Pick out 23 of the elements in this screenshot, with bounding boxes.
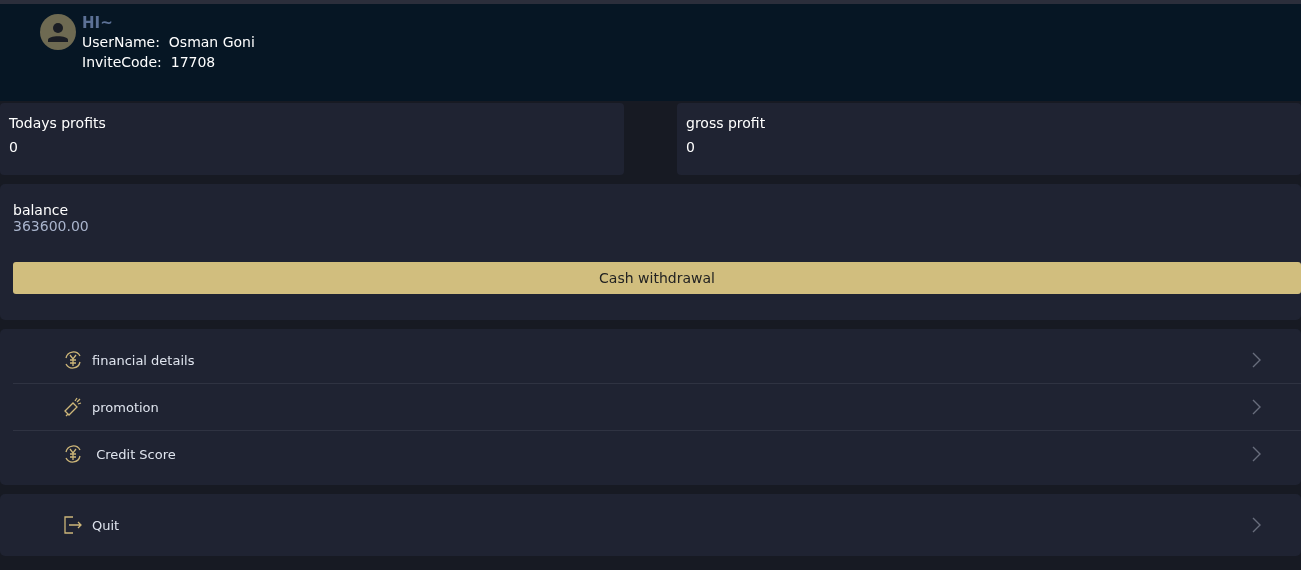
exit-icon [63, 515, 83, 535]
stat-value: 0 [9, 139, 19, 155]
balance-value: 363600.00 [13, 218, 90, 234]
avatar-icon [40, 14, 76, 50]
username: UserName: Osman Goni [82, 33, 255, 52]
megaphone-icon [63, 397, 83, 417]
chevron-right-icon [1251, 352, 1261, 368]
chevron-right-icon [1251, 446, 1261, 462]
stat-label: Todays profits [9, 115, 107, 131]
greeting: HI~ [82, 14, 114, 32]
withdrawal-button[interactable]: Cash withdrawal [13, 262, 1301, 294]
stat-value: 0 [686, 139, 696, 155]
chevron-right-icon [1251, 517, 1261, 533]
chevron-right-icon [1251, 399, 1261, 415]
quit-link[interactable]: Quit [92, 517, 1242, 533]
stat-label: gross profit [686, 115, 767, 131]
menu-item[interactable]: financial details [92, 352, 1242, 368]
menu-item[interactable]: promotion [92, 399, 1242, 415]
yen-coin-icon [63, 350, 83, 370]
yen-coin-icon [63, 444, 83, 464]
invite-code: InviteCode: 17708 [82, 53, 217, 72]
balance-label: balance [13, 202, 70, 218]
menu-item[interactable]: Credit Score [92, 446, 1242, 462]
